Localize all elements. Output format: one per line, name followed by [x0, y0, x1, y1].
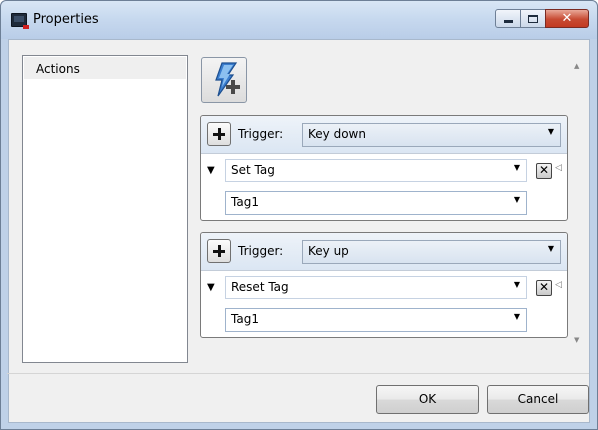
- move-arrow-icon[interactable]: ◁: [555, 163, 562, 173]
- minimize-button[interactable]: [495, 9, 521, 28]
- remove-action-button[interactable]: ✕: [536, 163, 552, 179]
- action-value: Reset Tag: [231, 280, 289, 294]
- trigger-group-2: Trigger: Key up ▼ ▼ Reset Tag ▼ ✕ ◁ Tag1…: [200, 232, 568, 338]
- minimize-icon: [503, 20, 513, 23]
- trigger-group-1: Trigger: Key down ▼ ▼ Set Tag ▼ ✕ ◁ Tag1…: [200, 115, 568, 221]
- chevron-down-icon: ▼: [547, 127, 554, 136]
- close-button[interactable]: ✕: [545, 9, 589, 28]
- trigger-value: Key down: [308, 127, 366, 141]
- maximize-icon: [528, 14, 538, 23]
- tag-select[interactable]: Tag1 ▼: [225, 308, 527, 332]
- chevron-down-icon: ▼: [513, 312, 520, 321]
- add-trigger-action-button[interactable]: [207, 122, 231, 146]
- action-value: Set Tag: [231, 163, 275, 177]
- expand-arrow-icon[interactable]: ▼: [207, 165, 215, 176]
- scroll-down-arrow[interactable]: ▼: [574, 336, 579, 344]
- add-action-button[interactable]: [201, 57, 247, 103]
- move-arrow-icon[interactable]: ◁: [555, 280, 562, 290]
- add-trigger-action-button[interactable]: [207, 239, 231, 263]
- action-select[interactable]: Reset Tag ▼: [225, 276, 527, 299]
- trigger-label: Trigger:: [238, 127, 284, 141]
- chevron-down-icon: ▼: [513, 280, 520, 289]
- remove-action-button[interactable]: ✕: [536, 280, 552, 296]
- caption-buttons: ✕: [495, 9, 589, 28]
- trigger-label: Trigger:: [238, 244, 284, 258]
- list-item-actions[interactable]: Actions: [24, 57, 186, 79]
- application-icon: [11, 13, 29, 29]
- ok-button[interactable]: OK: [376, 385, 479, 414]
- tag-value: Tag1: [231, 195, 259, 209]
- maximize-button[interactable]: [520, 9, 546, 28]
- scroll-up-arrow[interactable]: ▲: [574, 62, 579, 70]
- chevron-down-icon: ▼: [547, 244, 554, 253]
- cancel-button[interactable]: Cancel: [487, 385, 589, 414]
- trigger-select[interactable]: Key down ▼: [302, 123, 561, 147]
- list-item-label: Actions: [36, 62, 80, 76]
- tag-select[interactable]: Tag1 ▼: [225, 191, 527, 215]
- title-bar[interactable]: Properties ✕: [1, 1, 597, 39]
- trigger-header: Trigger: Key down ▼: [201, 116, 567, 154]
- chevron-down-icon: ▼: [513, 195, 520, 204]
- trigger-value: Key up: [308, 244, 349, 258]
- trigger-select[interactable]: Key up ▼: [302, 240, 561, 264]
- close-icon: ✕: [561, 11, 573, 26]
- window-title: Properties: [33, 12, 99, 27]
- trigger-header: Trigger: Key up ▼: [201, 233, 567, 271]
- lightning-add-icon: [215, 62, 240, 97]
- footer-divider: [7, 373, 589, 374]
- expand-arrow-icon[interactable]: ▼: [207, 282, 215, 293]
- tag-value: Tag1: [231, 312, 259, 326]
- chevron-down-icon: ▼: [513, 163, 520, 172]
- action-select[interactable]: Set Tag ▼: [225, 159, 527, 182]
- actions-list[interactable]: Actions: [22, 55, 188, 363]
